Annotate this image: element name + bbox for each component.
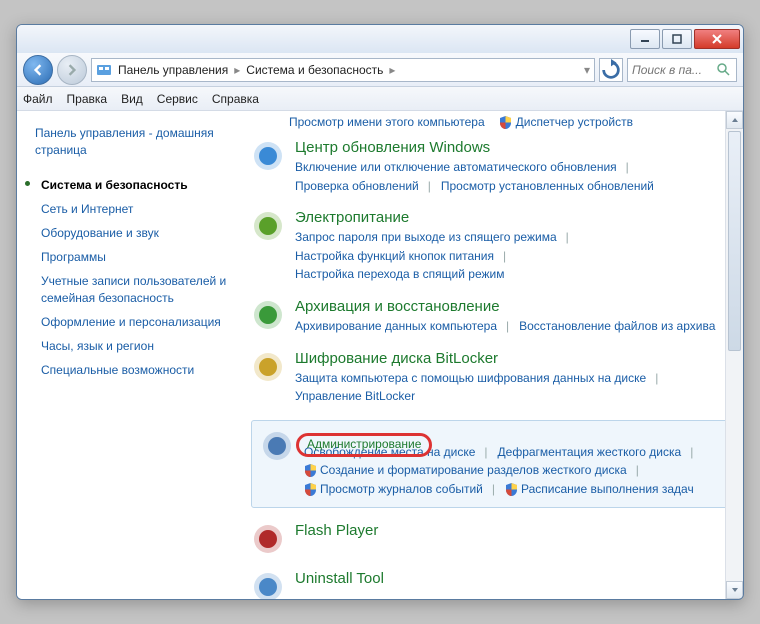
- sidebar-item[interactable]: Специальные возможности: [35, 358, 237, 382]
- scrollbar: [725, 111, 743, 599]
- top-links-row: Просмотр имени этого компьютера Диспетчер…: [289, 115, 743, 129]
- top-link[interactable]: Диспетчер устройств: [499, 115, 633, 129]
- category-link[interactable]: Просмотр журналов событий|: [304, 480, 495, 499]
- category-link[interactable]: Защита компьютера с помощью шифрования д…: [295, 369, 658, 388]
- category-title[interactable]: Uninstall Tool: [295, 570, 723, 587]
- category-icon: [251, 522, 285, 556]
- search-box[interactable]: [627, 58, 737, 82]
- shield-icon: [304, 464, 317, 477]
- category-link[interactable]: Расписание выполнения задач: [505, 480, 694, 499]
- category-link[interactable]: Настройка функций кнопок питания|: [295, 247, 506, 266]
- category-icon: [251, 298, 285, 332]
- menu-file[interactable]: Файл: [23, 92, 53, 106]
- chevron-right-icon: ▸: [234, 63, 240, 77]
- category-icon: [251, 139, 285, 173]
- shield-icon: [499, 116, 512, 129]
- category-icon: [260, 429, 294, 463]
- back-button[interactable]: [23, 55, 53, 85]
- menu-help[interactable]: Справка: [212, 92, 259, 106]
- category-link[interactable]: Восстановление файлов из архива: [519, 317, 715, 336]
- content-area: Панель управления - домашняя страница Си…: [17, 111, 743, 599]
- menu-edit[interactable]: Правка: [67, 92, 108, 106]
- dropdown-icon[interactable]: ▾: [584, 63, 590, 77]
- window-titlebar: [17, 25, 743, 53]
- shield-icon: [505, 483, 518, 496]
- scroll-thumb[interactable]: [728, 131, 741, 351]
- sidebar: Панель управления - домашняя страница Си…: [17, 111, 241, 599]
- search-input[interactable]: [632, 63, 712, 77]
- category-title[interactable]: Архивация и восстановление: [295, 298, 723, 315]
- category-link[interactable]: Управление BitLocker: [295, 387, 415, 406]
- sidebar-item[interactable]: Часы, язык и регион: [35, 334, 237, 358]
- category: Архивация и восстановление Архивирование …: [251, 298, 743, 336]
- sidebar-item[interactable]: Оформление и персонализация: [35, 310, 237, 334]
- sidebar-item[interactable]: Система и безопасность: [35, 173, 237, 197]
- category-icon: [251, 209, 285, 243]
- chevron-right-icon: ▸: [389, 63, 395, 77]
- category-link[interactable]: Просмотр установленных обновлений: [441, 177, 654, 196]
- menu-view[interactable]: Вид: [121, 92, 143, 106]
- address-bar[interactable]: Панель управления ▸ Система и безопаснос…: [91, 58, 595, 82]
- category: АдминистрированиеОсвобождение места на д…: [251, 420, 743, 508]
- sidebar-home-link[interactable]: Панель управления - домашняя страница: [35, 125, 237, 159]
- menu-tools[interactable]: Сервис: [157, 92, 198, 106]
- minimize-button[interactable]: [630, 29, 660, 49]
- refresh-button[interactable]: [599, 58, 623, 82]
- category-link[interactable]: Запрос пароля при выходе из спящего режи…: [295, 228, 569, 247]
- category-link[interactable]: Дефрагментация жесткого диска|: [498, 443, 694, 462]
- control-panel-window: Панель управления ▸ Система и безопаснос…: [16, 24, 744, 600]
- category-icon: [251, 350, 285, 384]
- category-link[interactable]: Включение или отключение автоматического…: [295, 158, 629, 177]
- category: Шифрование диска BitLocker Защита компьют…: [251, 350, 743, 406]
- sidebar-item[interactable]: Программы: [35, 245, 237, 269]
- sidebar-list: Система и безопасностьСеть и ИнтернетОбо…: [35, 173, 237, 383]
- category-icon: [251, 570, 285, 599]
- category-title[interactable]: Электропитание: [295, 209, 723, 226]
- menu-bar: Файл Правка Вид Сервис Справка: [17, 87, 743, 111]
- scroll-down-button[interactable]: [726, 581, 743, 599]
- category-link[interactable]: Настройка перехода в спящий режим: [295, 265, 504, 284]
- category: Flash Player: [251, 522, 743, 556]
- control-panel-icon: [96, 62, 112, 78]
- sidebar-item[interactable]: Учетные записи пользователей и семейная …: [35, 269, 237, 309]
- category-link[interactable]: Создание и форматирование разделов жестк…: [304, 461, 639, 480]
- category: Uninstall Tool: [251, 570, 743, 599]
- category-title[interactable]: Центр обновления Windows: [295, 139, 723, 156]
- sidebar-item[interactable]: Сеть и Интернет: [35, 197, 237, 221]
- category-link[interactable]: Архивирование данных компьютера|: [295, 317, 509, 336]
- forward-button[interactable]: [57, 55, 87, 85]
- category-title[interactable]: Шифрование диска BitLocker: [295, 350, 723, 367]
- sidebar-item[interactable]: Оборудование и звук: [35, 221, 237, 245]
- search-icon: [716, 62, 732, 78]
- nav-toolbar: Панель управления ▸ Система и безопаснос…: [17, 53, 743, 87]
- breadcrumb-current[interactable]: Система и безопасность: [246, 63, 383, 77]
- main-panel: Просмотр имени этого компьютера Диспетчер…: [241, 111, 743, 599]
- scroll-up-button[interactable]: [726, 111, 743, 129]
- shield-icon: [304, 483, 317, 496]
- top-link[interactable]: Просмотр имени этого компьютера: [289, 115, 485, 129]
- category: Электропитание Запрос пароля при выходе и…: [251, 209, 743, 284]
- close-button[interactable]: [694, 29, 740, 49]
- maximize-button[interactable]: [662, 29, 692, 49]
- category: Центр обновления Windows Включение или от…: [251, 139, 743, 195]
- breadcrumb-root[interactable]: Панель управления: [118, 63, 228, 77]
- category-link[interactable]: Освобождение места на диске|: [304, 443, 488, 462]
- category-link[interactable]: Проверка обновлений|: [295, 177, 431, 196]
- category-title[interactable]: Flash Player: [295, 522, 723, 539]
